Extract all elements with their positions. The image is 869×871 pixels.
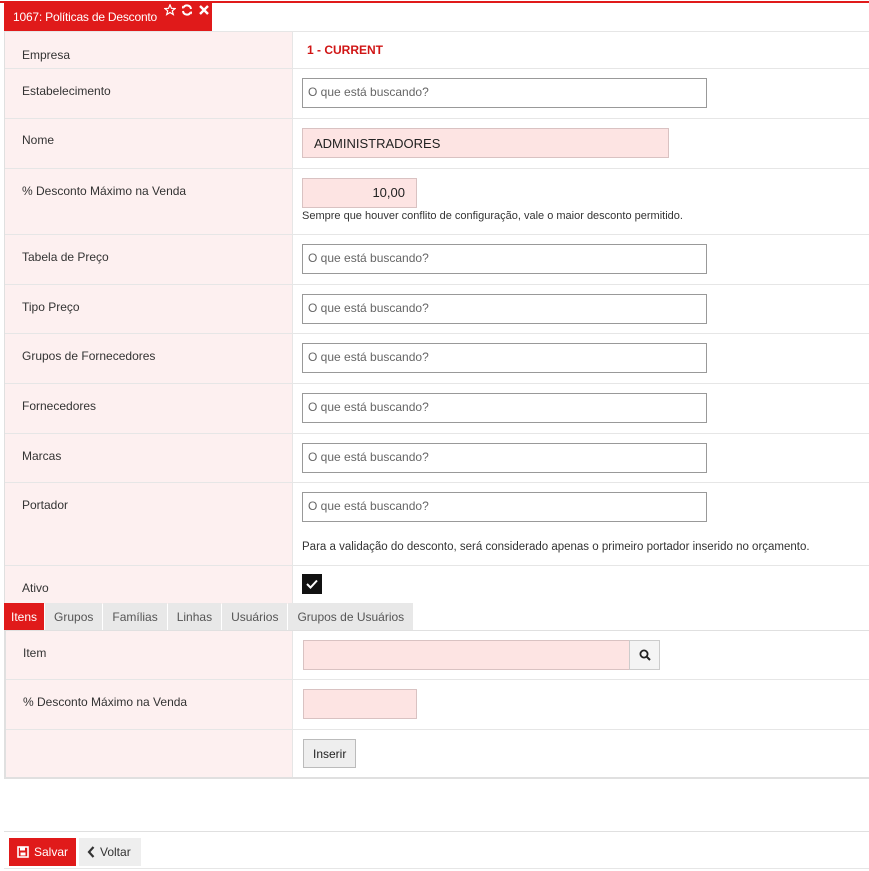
page-tab[interactable]: 1067: Políticas de Desconto	[4, 3, 212, 31]
nome-input[interactable]: ADMINISTRADORES	[302, 128, 669, 158]
row-portador: Portador O que está buscando? Para a val…	[5, 483, 869, 566]
row-item-desconto: % Desconto Máximo na Venda	[6, 680, 869, 730]
tab-linhas[interactable]: Linhas	[167, 603, 222, 630]
chevron-left-icon	[87, 846, 95, 858]
row-fornecedores: Fornecedores O que está buscando?	[5, 384, 869, 434]
refresh-icon[interactable]	[181, 4, 193, 16]
save-button-label: Salvar	[34, 845, 69, 859]
row-desconto: % Desconto Máximo na Venda 10,00 Sempre …	[5, 169, 869, 235]
row-item: Item	[6, 631, 869, 680]
tab-usuarios[interactable]: Usuários	[222, 603, 288, 630]
detail-tabs: Itens Grupos Famílias Linhas Usuários Gr…	[4, 603, 869, 631]
insert-button[interactable]: Inserir	[303, 739, 357, 768]
save-button[interactable]: Salvar	[9, 838, 76, 866]
close-icon[interactable]	[198, 4, 210, 16]
search-button[interactable]	[629, 640, 660, 670]
row-empresa: Empresa 1 - CURRENT	[5, 32, 869, 69]
grupos-fornecedores-input[interactable]: O que está buscando?	[302, 343, 707, 373]
back-button[interactable]: Voltar	[79, 838, 141, 866]
portador-help: Para a validação do desconto, será consi…	[302, 541, 810, 553]
star-icon[interactable]	[164, 4, 176, 16]
search-icon	[639, 649, 651, 661]
policy-form: Empresa 1 - CURRENT Estabelecimento O qu…	[4, 31, 869, 604]
tab-actions	[164, 4, 210, 16]
row-tipo-preco: Tipo Preço O que está buscando?	[5, 285, 869, 334]
tab-itens[interactable]: Itens	[4, 603, 45, 630]
fornecedores-label: Fornecedores	[5, 384, 293, 433]
back-button-label: Voltar	[100, 845, 131, 859]
marcas-label: Marcas	[5, 434, 293, 482]
row-ativo: Ativo	[5, 566, 869, 604]
portador-input[interactable]: O que está buscando?	[302, 492, 707, 522]
desconto-input[interactable]: 10,00	[302, 178, 417, 208]
item-label: Item	[6, 631, 293, 679]
tabela-preco-label: Tabela de Preço	[5, 235, 293, 284]
row-insert: Inserir	[6, 730, 869, 777]
item-input[interactable]	[303, 640, 630, 670]
marcas-input[interactable]: O que está buscando?	[302, 443, 707, 473]
row-estabelecimento: Estabelecimento O que está buscando?	[5, 69, 869, 119]
fornecedores-input[interactable]: O que está buscando?	[302, 393, 707, 423]
desconto-help: Sempre que houver conflito de configuraç…	[302, 210, 683, 222]
tab-familias[interactable]: Famílias	[103, 603, 167, 630]
ativo-label: Ativo	[5, 566, 293, 604]
desconto-label: % Desconto Máximo na Venda	[5, 169, 293, 234]
row-tabela-preco: Tabela de Preço O que está buscando?	[5, 235, 869, 285]
insert-row-label	[6, 730, 293, 777]
check-icon	[306, 579, 318, 589]
ativo-checkbox[interactable]	[302, 574, 322, 594]
row-grupos-fornecedores: Grupos de Fornecedores O que está buscan…	[5, 334, 869, 384]
itens-panel: Item % Desconto Máximo na Venda Inserir	[4, 631, 869, 779]
tab-grupos[interactable]: Grupos	[45, 603, 103, 630]
floppy-icon	[17, 846, 29, 858]
tabela-preco-input[interactable]: O que está buscando?	[302, 244, 707, 274]
estabelecimento-label: Estabelecimento	[5, 69, 293, 118]
estabelecimento-input[interactable]: O que está buscando?	[302, 78, 707, 108]
tipo-preco-input[interactable]: O que está buscando?	[302, 294, 707, 324]
row-marcas: Marcas O que está buscando?	[5, 434, 869, 483]
grupos-fornecedores-label: Grupos de Fornecedores	[5, 334, 293, 383]
tab-grupos-usuarios[interactable]: Grupos de Usuários	[288, 603, 414, 630]
item-desconto-input[interactable]	[303, 689, 417, 719]
portador-label: Portador	[5, 483, 293, 565]
item-desconto-label: % Desconto Máximo na Venda	[6, 680, 293, 729]
tipo-preco-label: Tipo Preço	[5, 285, 293, 333]
page-tab-title: 1067: Políticas de Desconto	[13, 10, 158, 24]
row-nome: Nome ADMINISTRADORES	[5, 119, 869, 169]
nome-label: Nome	[5, 119, 293, 168]
empresa-value: 1 - CURRENT	[307, 43, 384, 57]
empresa-label: Empresa	[5, 32, 293, 68]
form-footer: Salvar Voltar	[4, 831, 869, 869]
